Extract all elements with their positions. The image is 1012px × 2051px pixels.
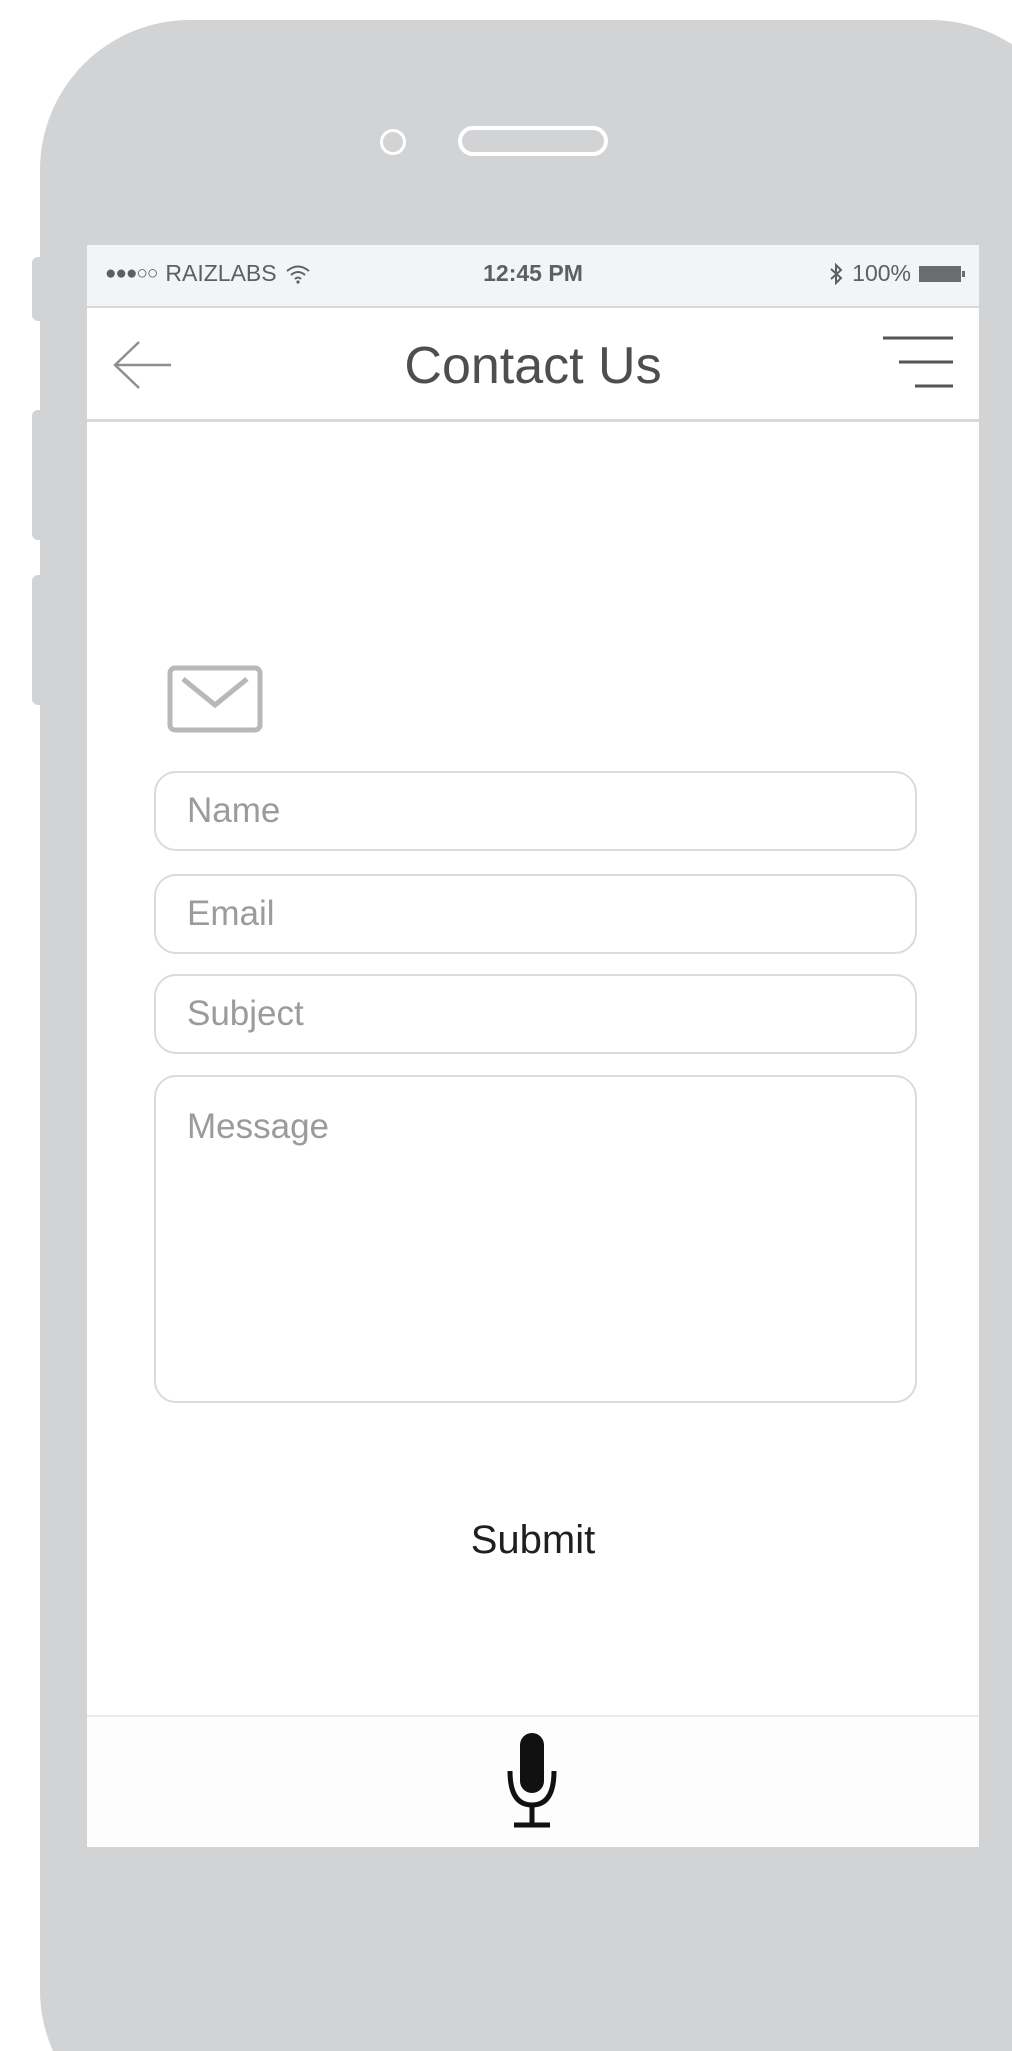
- stage: ●●●○○ RAIZLABS 12:45 PM 100% Contact Us …: [0, 0, 1012, 2051]
- status-right: 100%: [828, 260, 965, 287]
- screen: ●●●○○ RAIZLABS 12:45 PM 100% Contact Us …: [87, 245, 979, 1847]
- front-camera: [380, 129, 406, 155]
- name-field[interactable]: [154, 771, 917, 851]
- menu-icon[interactable]: [883, 333, 953, 393]
- battery-icon: [919, 265, 965, 282]
- bluetooth-icon: [830, 262, 843, 285]
- subject-field[interactable]: [154, 974, 917, 1054]
- email-field[interactable]: [154, 874, 917, 954]
- microphone-icon[interactable]: [502, 1731, 562, 1831]
- envelope-icon: [167, 665, 263, 733]
- page-title: Contact Us: [404, 337, 662, 395]
- status-bar: ●●●○○ RAIZLABS 12:45 PM 100%: [87, 245, 979, 306]
- volume-up-button: [32, 410, 44, 540]
- earpiece-speaker: [458, 126, 608, 156]
- battery-percent: 100%: [852, 260, 911, 286]
- message-field[interactable]: [154, 1075, 917, 1403]
- nav-bar: Contact Us: [87, 306, 979, 422]
- bottom-bar: [87, 1715, 979, 1847]
- submit-button[interactable]: Submit: [87, 1517, 979, 1564]
- volume-down-button: [32, 575, 44, 705]
- mute-switch: [32, 257, 44, 321]
